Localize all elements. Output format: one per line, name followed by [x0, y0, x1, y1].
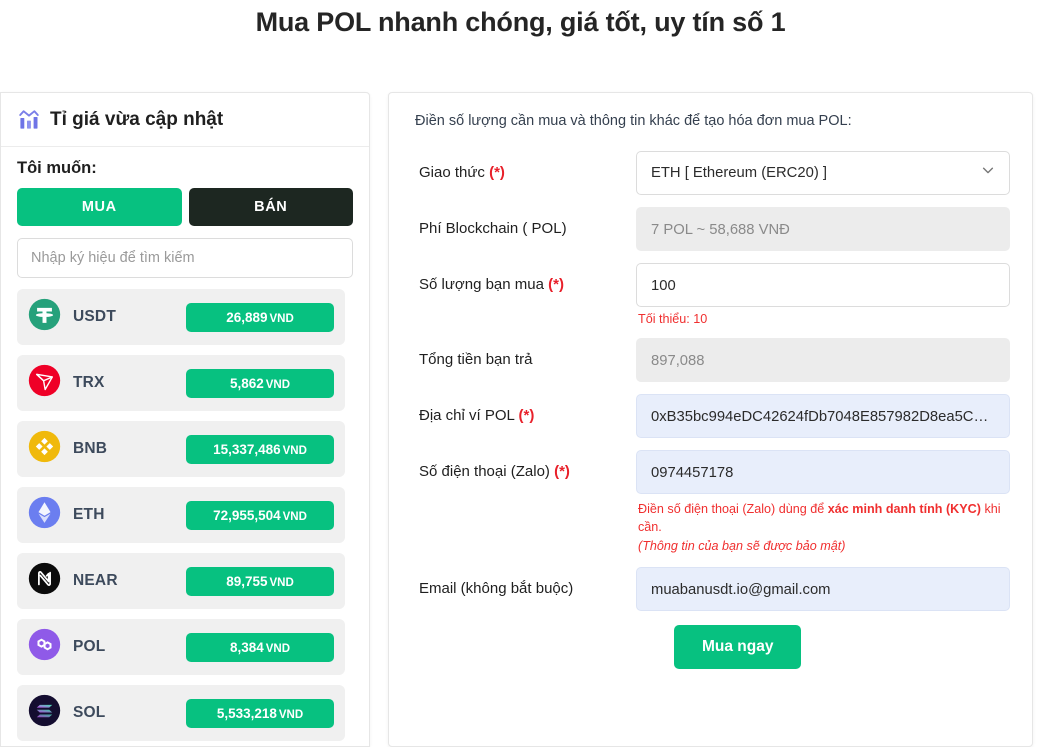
field-protocol: Giao thức (*) ETH [ Ethereum (ERC20) ] [411, 151, 1010, 195]
field-amount: Số lượng bạn mua (*) 100 Tối thiểu: 10 [411, 263, 1010, 326]
label-protocol: Giao thức (*) [419, 164, 505, 181]
label-email: Email (không bắt buộc) [419, 579, 574, 597]
near-icon [28, 562, 73, 600]
rates-body: Tôi muốn: MUA BÁN USDT 26,889VND [1, 147, 369, 746]
coin-list[interactable]: USDT 26,889 VND TRX 5,862 VND BNB 15,337… [17, 289, 353, 746]
list-item[interactable]: POL 8,384 VND [17, 619, 345, 675]
coin-price: 8,384 VND [186, 632, 334, 662]
phone-input[interactable]: 0974457178 [636, 450, 1010, 494]
coin-symbol: ETH [73, 506, 105, 523]
rates-header-title: Tỉ giá vừa cập nhật [50, 109, 224, 130]
coin-price: 15,337,486 VND [186, 434, 334, 464]
label-phone: Số điện thoại (Zalo) (*) [419, 463, 570, 480]
usdt-icon [28, 298, 73, 336]
list-item[interactable]: ETH 72,955,504 VND [17, 487, 345, 543]
field-wallet-address: Địa chỉ ví POL (*) 0xB35bc994eDC42624fDb… [411, 394, 1010, 438]
coin-price: 72,955,504 VND [186, 500, 334, 530]
submit-spacer [411, 625, 636, 669]
coin-price: 5,862 VND [186, 368, 334, 398]
coin-symbol: POL [73, 638, 106, 655]
list-item[interactable]: USDT 26,889 VND [17, 289, 345, 345]
coin-search-input[interactable] [17, 238, 353, 278]
page-title: Mua POL nhanh chóng, giá tốt, uy tín số … [255, 7, 786, 37]
eth-icon [28, 496, 73, 534]
protocol-select[interactable]: ETH [ Ethereum (ERC20) ] [636, 151, 1010, 195]
phone-kyc-hint: Điền số điện thoại (Zalo) dùng để xác mi… [638, 502, 1001, 553]
list-item[interactable]: SOL 5,533,218 VND [17, 685, 345, 741]
main-layout: Tỉ giá vừa cập nhật Tôi muốn: MUA BÁN Nh… [0, 92, 1051, 747]
coin-symbol: NEAR [73, 572, 118, 589]
rates-header: Tỉ giá vừa cập nhật [1, 93, 369, 147]
field-email: Email (không bắt buộc) muabanusdt.io@gma… [411, 566, 1010, 611]
label-wallet-address: Địa chỉ ví POL (*) [419, 407, 535, 424]
email-input[interactable]: muabanusdt.io@gmail.com [636, 566, 1010, 611]
tab-sell[interactable]: BÁN [188, 188, 353, 226]
purchase-form-panel: Điền số lượng cần mua và thông tin khác … [388, 92, 1033, 747]
coin-price: 89,755 VND [186, 566, 334, 596]
label-amount: Số lượng bạn mua (*) [419, 276, 564, 293]
bnb-icon [28, 430, 73, 468]
label-total: Tổng tiền bạn trả [419, 351, 533, 368]
trx-icon [28, 364, 73, 402]
buy-sell-tabs: MUA BÁN [17, 188, 353, 226]
exchange-rates-panel: Tỉ giá vừa cập nhật Tôi muốn: MUA BÁN Nh… [0, 92, 370, 747]
list-item[interactable]: BNB 15,337,486 VND [17, 421, 345, 477]
label-blockchain-fee: Phí Blockchain ( POL) [419, 220, 567, 237]
protocol-select-value: ETH [ Ethereum (ERC20) ] [651, 165, 827, 181]
want-label: Tôi muốn: [17, 159, 97, 177]
amount-input[interactable]: 100 [636, 263, 1010, 307]
total-value: 897,088 [636, 338, 1010, 382]
chevron-down-icon [981, 152, 995, 194]
field-phone: Số điện thoại (Zalo) (*) 0974457178 Điền… [411, 450, 1010, 555]
form-intro-text: Điền số lượng cần mua và thông tin khác … [415, 113, 852, 129]
coin-symbol: BNB [73, 440, 108, 457]
tab-buy[interactable]: MUA [17, 188, 182, 226]
sol-icon [28, 694, 73, 732]
coin-price: 5,533,218 VND [186, 698, 334, 728]
field-blockchain-fee: Phí Blockchain ( POL) 7 POL ~ 58,688 VNĐ [411, 207, 1010, 251]
field-total: Tổng tiền bạn trả 897,088 [411, 338, 1010, 382]
coin-symbol: TRX [73, 374, 105, 391]
coin-symbol: USDT [73, 308, 116, 325]
amount-min-hint: Tối thiểu: 10 [638, 312, 708, 326]
chart-bar-icon [17, 108, 41, 132]
coin-price: 26,889 VND [186, 302, 334, 332]
coin-symbol: SOL [73, 704, 106, 721]
list-item[interactable]: TRX 5,862 VND [17, 355, 345, 411]
submit-row: Mua ngay [411, 624, 1010, 669]
pol-icon [28, 628, 73, 666]
list-item[interactable]: NEAR 89,755 VND [17, 553, 345, 609]
buy-now-button[interactable]: Mua ngay [674, 624, 802, 669]
blockchain-fee-value: 7 POL ~ 58,688 VNĐ [636, 207, 1010, 251]
wallet-address-input[interactable]: 0xB35bc994eDC42624fDb7048E857982D8ea5C7F… [636, 394, 1010, 438]
